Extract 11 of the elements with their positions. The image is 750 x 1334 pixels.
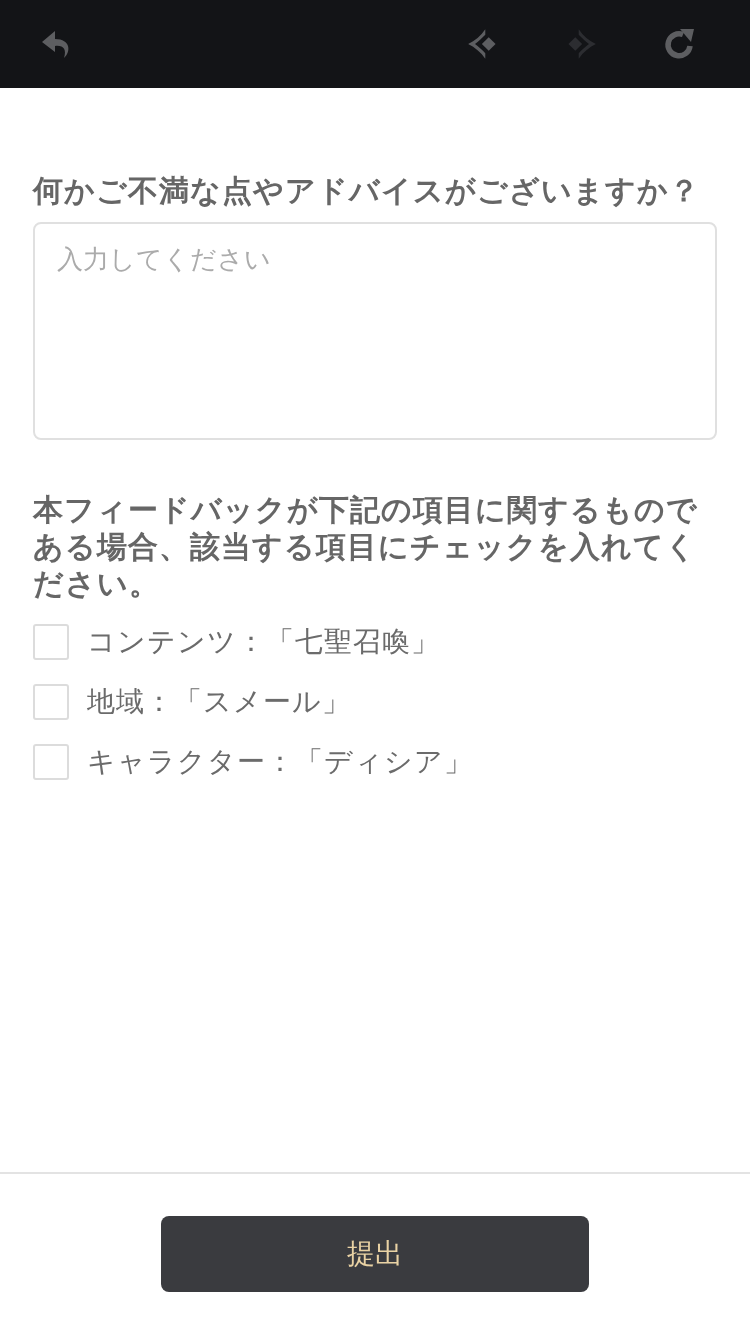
feedback-field[interactable]: 入力してください [33,222,717,440]
checkbox[interactable] [33,684,69,720]
submit-button[interactable]: 提出 [161,1216,589,1292]
topics-instruction: 本フィードバックが下記の項目に関するものである場合、該当する項目にチェックを入れてください。 [33,491,699,602]
reload-icon[interactable] [663,28,695,60]
question-label: 何かご不満な点やアドバイスがございますか？ [33,172,701,210]
checkbox[interactable] [33,624,69,660]
option-label[interactable]: 地域：「スメール」 [87,684,351,720]
option-label[interactable]: コンテンツ：「七聖召喚」 [87,624,440,660]
checkbox[interactable] [33,744,69,780]
option-label[interactable]: キャラクター：「ディシア」 [87,744,473,780]
